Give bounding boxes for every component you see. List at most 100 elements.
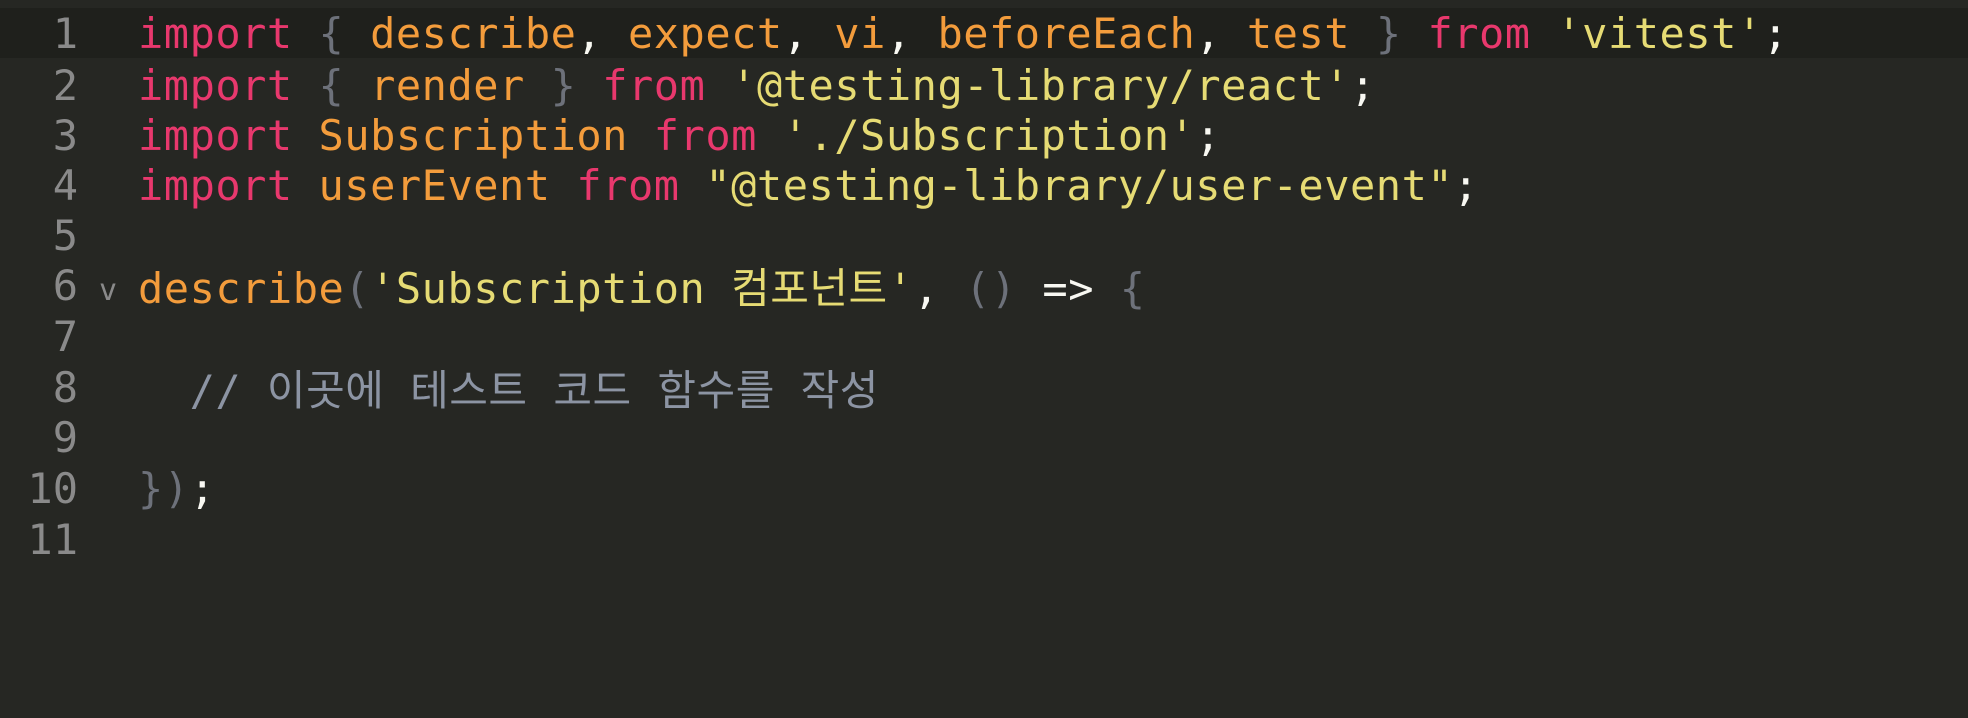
line-number: 5 [52, 210, 78, 260]
code-text: import { render } from '@testing-library… [138, 61, 1376, 110]
token-punc: { [1119, 263, 1146, 313]
code-text: describe('Subscription 컴포넌트', () => { [138, 255, 1146, 316]
line-number: 3 [52, 110, 78, 160]
token-str: 'vitest' [1556, 8, 1763, 58]
code-line[interactable]: 7 [0, 311, 1968, 361]
token-fn: userEvent [318, 160, 551, 210]
code-line[interactable]: 10}); [0, 463, 1968, 513]
code-editor[interactable]: 1 import { describe, expect, vi, beforeEa… [0, 0, 1968, 718]
line-number: 2 [52, 60, 78, 110]
line-number: 9 [52, 412, 78, 462]
code-line[interactable]: 2 import { render } from '@testing-librar… [0, 60, 1968, 110]
fold-gutter [78, 180, 138, 190]
token-kw: import [138, 160, 293, 210]
token-fn: beforeEach [937, 8, 1196, 58]
code-text: import userEvent from "@testing-library/… [138, 161, 1479, 210]
fold-gutter [78, 130, 138, 140]
token-fn: expect [627, 8, 783, 58]
line-number: 7 [52, 311, 78, 361]
fold-gutter [78, 483, 138, 493]
line-number: 4 [52, 160, 78, 210]
token-kw: import [138, 8, 293, 58]
token-plain: , [576, 8, 628, 58]
fold-gutter [78, 80, 138, 90]
token-fn: test [1246, 8, 1351, 58]
token-plain: ; [1195, 110, 1222, 160]
token-kw: from [602, 60, 706, 110]
fold-gutter [78, 382, 138, 392]
token-plain: => [1042, 263, 1094, 313]
token-fn: describe [370, 8, 577, 58]
token-plain: ; [1350, 60, 1376, 110]
token-str: './Subscription' [782, 110, 1196, 160]
token-punc: }) [138, 463, 190, 513]
token-punc: { [318, 8, 345, 58]
code-line[interactable]: 5 [0, 210, 1968, 260]
token-str: 'Subscription 컴포넌트' [370, 263, 914, 313]
code-text: import Subscription from './Subscription… [138, 111, 1221, 160]
fold-chevron-icon[interactable]: v [78, 263, 138, 308]
line-number: 8 [52, 362, 78, 412]
token-kw: from [1427, 8, 1531, 58]
code-line[interactable]: 11 [0, 514, 1968, 564]
token-kw: from [576, 160, 680, 210]
token-plain: , [913, 263, 966, 313]
token-plain: ; [1762, 8, 1789, 58]
line-number: 6 [52, 260, 78, 310]
token-kw: import [138, 60, 293, 110]
token-plain: , [885, 8, 938, 58]
token-punc: } [550, 60, 577, 110]
token-punc: ( [344, 263, 371, 313]
token-punc: } [1375, 8, 1402, 58]
token-plain: ; [1453, 160, 1479, 210]
code-line[interactable]: 8 // 이곳에 테스트 코드 함수를 작성 [0, 362, 1968, 415]
token-cmt: // 이곳에 테스트 코드 함수를 작성 [138, 365, 879, 415]
token-str: "@testing-library/user-event" [705, 160, 1454, 210]
token-fn: Subscription [318, 110, 628, 160]
code-line[interactable]: 9 [0, 412, 1968, 462]
token-kw: from [653, 110, 757, 160]
code-line[interactable]: 6 v describe('Subscription 컴포넌트', () => { [0, 260, 1968, 313]
fold-gutter [78, 28, 138, 38]
code-line[interactable]: 3 import Subscription from './Subscriptio… [0, 110, 1968, 160]
fold-gutter [78, 432, 138, 442]
token-fn: describe [138, 263, 345, 313]
token-kw: import [138, 110, 293, 160]
fold-gutter [78, 331, 138, 341]
code-line[interactable]: 1 import { describe, expect, vi, beforeEa… [0, 8, 1968, 58]
token-plain: , [1195, 8, 1247, 58]
line-number: 1 [52, 8, 78, 58]
fold-gutter [78, 230, 138, 240]
token-fn: render [370, 60, 525, 110]
code-text: }); [138, 464, 215, 513]
token-plain: , [782, 8, 835, 58]
token-str: '@testing-library/react' [731, 60, 1351, 110]
token-punc: { [318, 60, 345, 110]
token-punc: () [965, 263, 1017, 313]
code-text: // 이곳에 테스트 코드 함수를 작성 [138, 357, 879, 418]
code-text: import { describe, expect, vi, beforeEac… [138, 9, 1788, 58]
line-number: 10 [27, 463, 78, 513]
token-fn: vi [834, 8, 886, 58]
token-plain: ; [189, 463, 216, 513]
code-line[interactable]: 4 import userEvent from "@testing-library… [0, 160, 1968, 210]
fold-gutter [78, 534, 138, 544]
